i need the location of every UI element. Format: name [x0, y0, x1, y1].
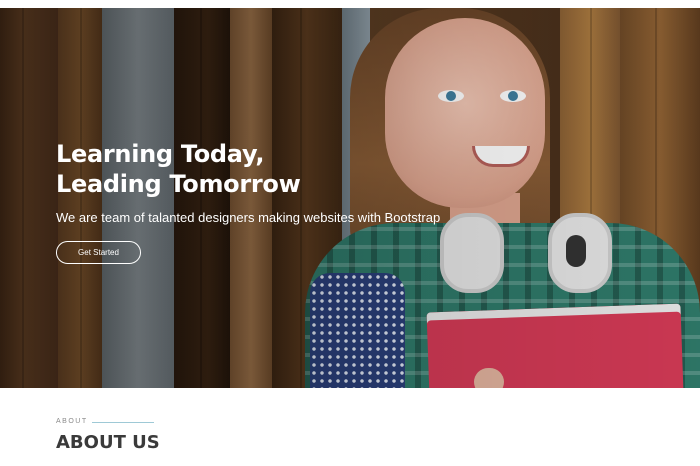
top-bar — [0, 0, 700, 8]
hero-title-line-1: Learning Today, — [56, 140, 265, 168]
about-eyebrow-divider — [92, 422, 154, 423]
hero-title: Learning Today, Leading Tomorrow — [56, 139, 376, 199]
about-heading: ABOUT US — [56, 432, 160, 453]
about-eyebrow: ABOUT — [56, 418, 88, 425]
hero-section: Learning Today, Leading Tomorrow We are … — [0, 8, 700, 388]
about-section: ABOUT ABOUT US — [0, 388, 700, 466]
hero-subtitle: We are team of talanted designers making… — [56, 210, 441, 225]
hero-title-line-2: Leading Tomorrow — [56, 170, 301, 198]
get-started-button[interactable]: Get Started — [56, 241, 141, 264]
